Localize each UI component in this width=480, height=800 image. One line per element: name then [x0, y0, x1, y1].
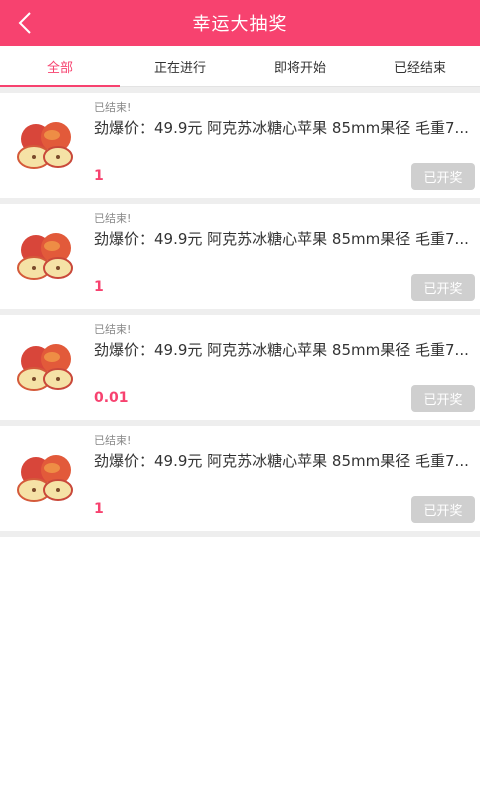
- drawn-button[interactable]: 已开奖: [411, 163, 475, 190]
- product-name: 劲爆价：49.9元 阿克苏冰糖心苹果 85mm果径 毛重7...: [94, 341, 469, 359]
- back-button[interactable]: [14, 10, 36, 36]
- drawn-button[interactable]: 已开奖: [411, 274, 475, 301]
- lottery-list: 已结束! 劲爆价：49.9元 阿克苏冰糖心苹果 85mm果径 毛重7... 1 …: [0, 87, 480, 537]
- product-name: 劲爆价：49.9元 阿克苏冰糖心苹果 85mm果径 毛重7...: [94, 119, 469, 137]
- tab-ongoing[interactable]: 正在进行: [120, 46, 240, 86]
- chevron-left-icon: [18, 12, 31, 34]
- list-item[interactable]: 已结束! 劲爆价：49.9元 阿克苏冰糖心苹果 85mm果径 毛重7... 1 …: [0, 204, 480, 309]
- apple-icon: [17, 233, 73, 280]
- product-name: 劲爆价：49.9元 阿克苏冰糖心苹果 85mm果径 毛重7...: [94, 452, 469, 470]
- divider: [0, 531, 480, 537]
- list-item[interactable]: 已结束! 劲爆价：49.9元 阿克苏冰糖心苹果 85mm果径 毛重7... 0.…: [0, 315, 480, 420]
- apple-icon: [17, 455, 73, 502]
- product-name: 劲爆价：49.9元 阿克苏冰糖心苹果 85mm果径 毛重7...: [94, 230, 469, 248]
- app-header: 幸运大抽奖: [0, 0, 480, 46]
- tab-all[interactable]: 全部: [0, 46, 120, 87]
- price-label: 1: [94, 501, 104, 517]
- price-label: 1: [94, 279, 104, 295]
- tab-ended[interactable]: 已经结束: [360, 46, 480, 86]
- status-label: 已结束!: [94, 323, 132, 336]
- status-label: 已结束!: [94, 212, 132, 225]
- drawn-button[interactable]: 已开奖: [411, 496, 475, 523]
- tab-bar: 全部 正在进行 即将开始 已经结束: [0, 46, 480, 87]
- list-item[interactable]: 已结束! 劲爆价：49.9元 阿克苏冰糖心苹果 85mm果径 毛重7... 1 …: [0, 93, 480, 198]
- page-title: 幸运大抽奖: [192, 14, 288, 35]
- status-label: 已结束!: [94, 434, 132, 447]
- drawn-button[interactable]: 已开奖: [411, 385, 475, 412]
- tab-upcoming[interactable]: 即将开始: [240, 46, 360, 86]
- status-label: 已结束!: [94, 101, 132, 114]
- apple-icon: [17, 122, 73, 169]
- price-label: 1: [94, 168, 104, 184]
- price-label: 0.01: [94, 390, 129, 406]
- list-item[interactable]: 已结束! 劲爆价：49.9元 阿克苏冰糖心苹果 85mm果径 毛重7... 1 …: [0, 426, 480, 531]
- apple-icon: [17, 344, 73, 391]
